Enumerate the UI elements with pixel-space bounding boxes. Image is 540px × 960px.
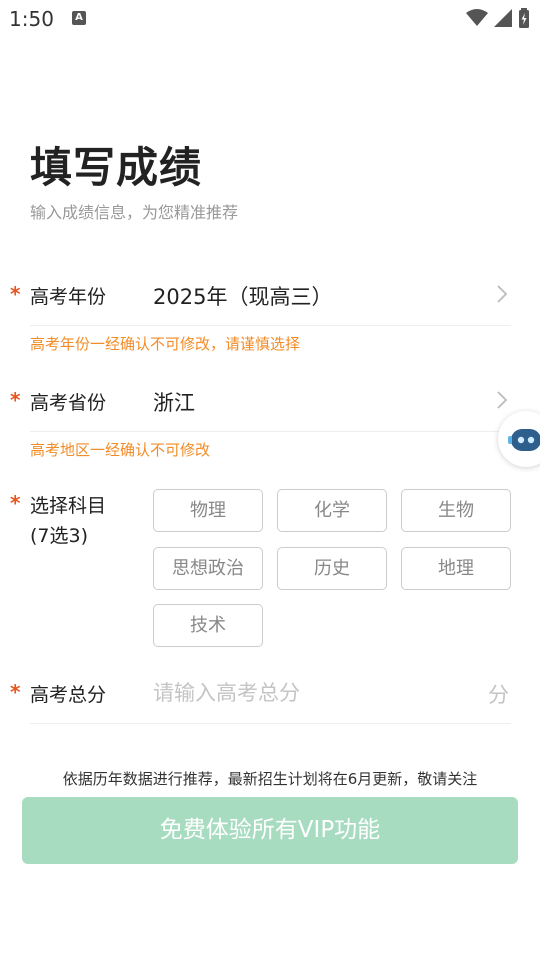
score-input[interactable] <box>153 674 473 712</box>
battery-icon <box>519 8 529 28</box>
status-bar: 1:50 A <box>0 0 540 38</box>
page-title: 填写成绩 <box>30 143 203 192</box>
update-notice: 依据历年数据进行推荐，最新招生计划将在6月更新，敬请关注 <box>62 770 478 788</box>
wifi-icon <box>466 9 488 26</box>
chevron-right-icon[interactable] <box>495 390 509 410</box>
year-hint: 高考年份一经确认不可修改，请谨慎选择 <box>30 335 301 353</box>
divider <box>30 431 511 432</box>
subject-history[interactable]: 历史 <box>277 547 387 590</box>
subject-geography[interactable]: 地理 <box>401 547 511 590</box>
subjects-rule: (7选3) <box>30 525 89 547</box>
divider <box>30 325 511 326</box>
required-mark: * <box>10 282 21 306</box>
subject-biology[interactable]: 生物 <box>401 489 511 532</box>
score-label: 高考总分 <box>30 684 107 706</box>
assistant-float-button[interactable] <box>498 411 540 467</box>
score-unit: 分 <box>488 683 509 707</box>
assistant-robot-icon <box>508 429 540 451</box>
divider <box>30 723 511 724</box>
subject-chemistry[interactable]: 化学 <box>277 489 387 532</box>
status-icons <box>466 8 530 28</box>
page-subtitle: 输入成绩信息，为您精准推荐 <box>30 203 239 222</box>
required-mark: * <box>10 491 21 515</box>
notification-icon: A <box>72 11 86 25</box>
year-value[interactable]: 2025年（现高三） <box>153 281 332 311</box>
required-mark: * <box>10 388 21 412</box>
subject-politics[interactable]: 思想政治 <box>153 547 263 590</box>
subject-technology[interactable]: 技术 <box>153 604 263 647</box>
subjects-label: 选择科目 <box>30 495 107 517</box>
required-mark: * <box>10 680 21 704</box>
signal-icon <box>494 9 512 27</box>
province-label: 高考省份 <box>30 392 107 414</box>
province-value[interactable]: 浙江 <box>153 387 195 417</box>
chevron-right-icon[interactable] <box>495 284 509 304</box>
province-hint: 高考地区一经确认不可修改 <box>30 441 211 459</box>
status-time: 1:50 <box>9 7 54 31</box>
subject-physics[interactable]: 物理 <box>153 489 263 532</box>
year-label: 高考年份 <box>30 286 107 308</box>
free-vip-trial-button[interactable]: 免费体验所有VIP功能 <box>22 797 518 864</box>
